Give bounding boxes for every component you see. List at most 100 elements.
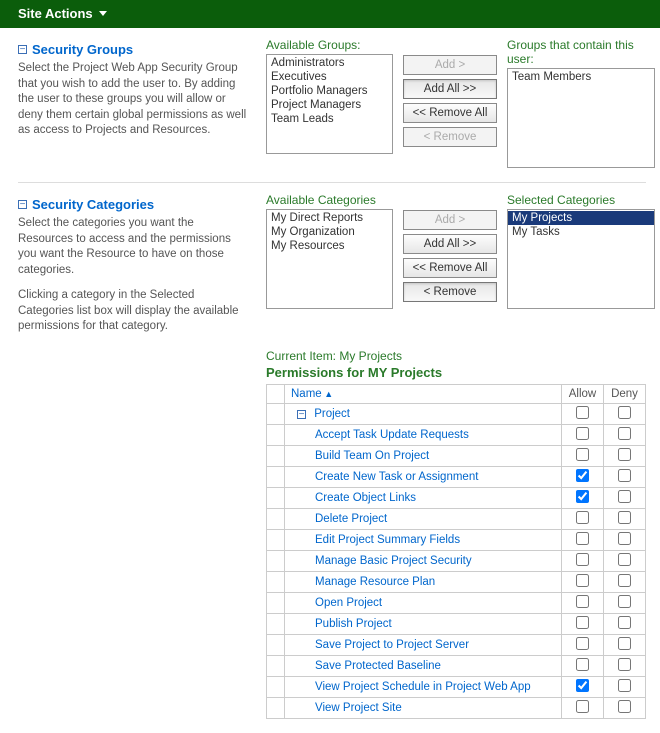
permission-name[interactable]: Create Object Links <box>285 487 562 508</box>
permission-name[interactable]: Delete Project <box>285 508 562 529</box>
deny-checkbox[interactable] <box>618 700 631 713</box>
permission-row: Create New Task or Assignment <box>267 466 646 487</box>
remove-all-button[interactable]: << Remove All <box>403 258 497 278</box>
deny-checkbox[interactable] <box>618 448 631 461</box>
section-desc-categories-2: Clicking a category in the Selected Cate… <box>18 288 248 335</box>
permission-group-row[interactable]: − Project <box>285 403 562 424</box>
available-categories-label: Available Categories <box>266 193 393 207</box>
allow-checkbox[interactable] <box>576 637 589 650</box>
deny-checkbox[interactable] <box>618 469 631 482</box>
allow-all-checkbox[interactable] <box>576 406 589 419</box>
selected-categories-label: Selected Categories <box>507 193 655 207</box>
collapse-icon[interactable]: − <box>18 45 27 54</box>
permission-name[interactable]: Save Protected Baseline <box>285 655 562 676</box>
deny-checkbox[interactable] <box>618 490 631 503</box>
remove-button[interactable]: < Remove <box>403 127 497 147</box>
available-groups-list[interactable]: AdministratorsExecutivesPortfolio Manage… <box>266 54 393 154</box>
permission-name[interactable]: Open Project <box>285 592 562 613</box>
collapse-icon[interactable]: − <box>18 200 27 209</box>
list-item[interactable]: Executives <box>267 70 392 84</box>
list-item[interactable]: Administrators <box>267 56 392 70</box>
selected-groups-list[interactable]: Team Members <box>507 68 655 168</box>
list-item[interactable]: Project Managers <box>267 98 392 112</box>
allow-checkbox[interactable] <box>576 469 589 482</box>
allow-checkbox[interactable] <box>576 511 589 524</box>
remove-button[interactable]: < Remove <box>403 282 497 302</box>
permission-name[interactable]: Create New Task or Assignment <box>285 466 562 487</box>
allow-checkbox[interactable] <box>576 553 589 566</box>
deny-checkbox[interactable] <box>618 637 631 650</box>
permission-row: Manage Resource Plan <box>267 571 646 592</box>
permission-name[interactable]: Publish Project <box>285 613 562 634</box>
allow-checkbox[interactable] <box>576 448 589 461</box>
chevron-down-icon <box>99 11 107 16</box>
deny-checkbox[interactable] <box>618 595 631 608</box>
section-desc-groups: Select the Project Web App Security Grou… <box>18 61 248 139</box>
permissions-title: Permissions for MY Projects <box>266 365 646 380</box>
col-allow[interactable]: Allow <box>562 384 604 403</box>
add-button[interactable]: Add > <box>403 210 497 230</box>
allow-checkbox[interactable] <box>576 532 589 545</box>
list-item[interactable]: Team Members <box>508 70 654 84</box>
add-all-button[interactable]: Add All >> <box>403 234 497 254</box>
deny-checkbox[interactable] <box>618 574 631 587</box>
permission-row: Save Protected Baseline <box>267 655 646 676</box>
selected-groups-label: Groups that contain this user: <box>507 38 655 66</box>
allow-checkbox[interactable] <box>576 616 589 629</box>
permission-name[interactable]: View Project Site <box>285 697 562 718</box>
deny-all-checkbox[interactable] <box>618 406 631 419</box>
add-all-button[interactable]: Add All >> <box>403 79 497 99</box>
permission-name[interactable]: Manage Resource Plan <box>285 571 562 592</box>
permission-row: Save Project to Project Server <box>267 634 646 655</box>
permission-name[interactable]: Manage Basic Project Security <box>285 550 562 571</box>
list-item[interactable]: My Organization <box>267 225 392 239</box>
available-groups-label: Available Groups: <box>266 38 393 52</box>
allow-checkbox[interactable] <box>576 595 589 608</box>
deny-checkbox[interactable] <box>618 658 631 671</box>
permission-row: Manage Basic Project Security <box>267 550 646 571</box>
deny-checkbox[interactable] <box>618 511 631 524</box>
deny-checkbox[interactable] <box>618 679 631 692</box>
available-categories-list[interactable]: My Direct ReportsMy OrganizationMy Resou… <box>266 209 393 309</box>
allow-checkbox[interactable] <box>576 574 589 587</box>
deny-checkbox[interactable] <box>618 616 631 629</box>
allow-checkbox[interactable] <box>576 490 589 503</box>
list-item[interactable]: My Projects <box>508 211 654 225</box>
deny-checkbox[interactable] <box>618 532 631 545</box>
current-item-label: Current Item: My Projects <box>266 349 646 363</box>
permission-row: View Project Site <box>267 697 646 718</box>
site-actions-menu[interactable]: Site Actions <box>0 0 660 28</box>
permission-name[interactable]: Edit Project Summary Fields <box>285 529 562 550</box>
permission-name[interactable]: Build Team On Project <box>285 445 562 466</box>
permission-row: Accept Task Update Requests <box>267 424 646 445</box>
permission-row: Build Team On Project <box>267 445 646 466</box>
section-desc-categories-1: Select the categories you want the Resou… <box>18 216 248 278</box>
permission-row: Delete Project <box>267 508 646 529</box>
remove-all-button[interactable]: << Remove All <box>403 103 497 123</box>
permission-row: Open Project <box>267 592 646 613</box>
section-title-categories: Security Categories <box>32 197 154 212</box>
deny-checkbox[interactable] <box>618 427 631 440</box>
list-item[interactable]: My Direct Reports <box>267 211 392 225</box>
permission-row: Publish Project <box>267 613 646 634</box>
allow-checkbox[interactable] <box>576 700 589 713</box>
selected-categories-list[interactable]: My ProjectsMy Tasks <box>507 209 655 309</box>
list-item[interactable]: My Resources <box>267 239 392 253</box>
deny-checkbox[interactable] <box>618 553 631 566</box>
col-name[interactable]: Name <box>285 384 562 403</box>
collapse-icon[interactable]: − <box>297 410 306 419</box>
col-deny[interactable]: Deny <box>604 384 646 403</box>
permission-name[interactable]: Accept Task Update Requests <box>285 424 562 445</box>
allow-checkbox[interactable] <box>576 658 589 671</box>
list-item[interactable]: My Tasks <box>508 225 654 239</box>
allow-checkbox[interactable] <box>576 679 589 692</box>
permission-row: Edit Project Summary Fields <box>267 529 646 550</box>
add-button[interactable]: Add > <box>403 55 497 75</box>
list-item[interactable]: Team Leads <box>267 112 392 126</box>
section-title-groups: Security Groups <box>32 42 133 57</box>
site-actions-label: Site Actions <box>18 6 93 21</box>
allow-checkbox[interactable] <box>576 427 589 440</box>
list-item[interactable]: Portfolio Managers <box>267 84 392 98</box>
permission-name[interactable]: Save Project to Project Server <box>285 634 562 655</box>
permission-row: Create Object Links <box>267 487 646 508</box>
